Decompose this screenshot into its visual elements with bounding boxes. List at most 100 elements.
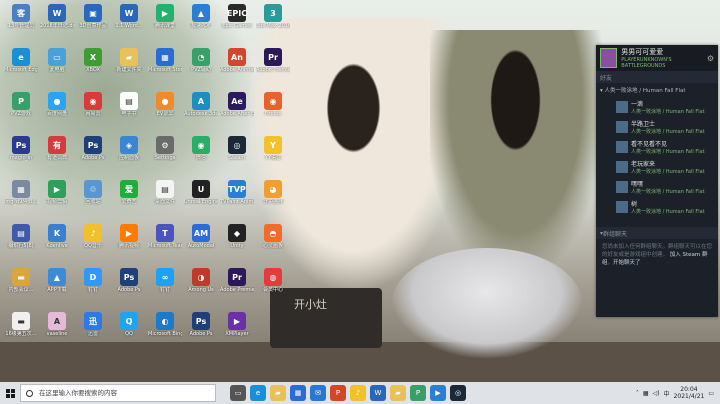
desktop-icon[interactable]: 3 3ds Max 2016 [256, 4, 290, 29]
desktop-icon[interactable]: Ps magic_in [4, 136, 38, 161]
gear-icon[interactable]: ⚙ [707, 54, 714, 63]
steam-friend-row[interactable]: 嘿嘿 人类一败涂地 / Human Fall Flat [596, 177, 718, 197]
desktop-icon[interactable]: ▦ Microsoft Store [148, 48, 182, 73]
desktop-icon[interactable]: Avaseline [40, 312, 74, 337]
desktop-icon[interactable]: PrAdobe Premiere Pro [256, 48, 290, 73]
desktop-icon[interactable]: W 1.1.Word... [112, 4, 146, 29]
desktop-icon[interactable]: TVPTVPaint Animation [220, 180, 254, 205]
desktop-icon[interactable]: ● 百度网盘 [40, 92, 74, 117]
desktop-icon[interactable]: Ps Adobe Ps [184, 312, 218, 337]
desktop-icon[interactable]: ◆ Unity [220, 224, 254, 249]
desktop-icon[interactable]: ● EV录屏 [148, 92, 182, 117]
desktop-icon[interactable]: X XBOX [76, 48, 110, 73]
taskbar-app-store[interactable]: ▦ [290, 385, 306, 401]
desktop-icon[interactable]: AM AutoModel [184, 224, 218, 249]
start-button[interactable] [0, 382, 20, 404]
desktop-icon[interactable]: ◎ Steam [220, 136, 254, 161]
tray-up-arrow-icon[interactable]: ˄ [636, 390, 639, 397]
taskbar-app-explorer[interactable]: ▰ [270, 385, 286, 401]
desktop-icon[interactable]: ▶ 视频剪辑 [40, 180, 74, 205]
desktop-icon[interactable]: ◕ 守护猫咪 [256, 180, 290, 205]
desktop-icon[interactable]: ◑ Among Us [184, 268, 218, 293]
desktop-icon[interactable]: ♲ 回收站 [76, 180, 110, 205]
desktop-icon[interactable]: Q QQ [112, 312, 146, 337]
taskbar-app-folder[interactable]: ▰ [390, 385, 406, 401]
taskbar-app-pvz[interactable]: P [410, 385, 426, 401]
volume-icon[interactable]: ◁) [653, 390, 660, 397]
desktop-icon[interactable]: ▬ 内部会议... [4, 268, 38, 293]
friend-avatar [616, 201, 628, 213]
desktop-icon[interactable]: 客 13号管理员 [4, 4, 38, 29]
notification-icon[interactable]: ▭ [708, 390, 714, 397]
input-language[interactable]: 中 [664, 389, 670, 398]
desktop-icon[interactable]: 爱爱奇艺 [112, 180, 146, 205]
desktop-icon[interactable]: Ps Adobe Ps [76, 136, 110, 161]
desktop-icon[interactable]: ◍ 会员中心 [256, 268, 290, 293]
desktop-icon[interactable]: ◉ 微信 [184, 136, 218, 161]
steam-friend-group[interactable]: ▾ 人类一败涂地 / Human Fall Flat [596, 83, 718, 97]
desktop-icon[interactable]: Y YY语音 [256, 136, 290, 161]
desktop-icon[interactable]: ◔ PVZ辅助 [184, 48, 218, 73]
desktop-icon[interactable]: W2018年日记.docx [40, 4, 74, 29]
app-icon: ▤ [120, 92, 138, 110]
steam-friends-window[interactable]: 男男可可爱爱 PLAYERUNKNOWN'S BATTLEGROUNDS ⚙ 好… [596, 45, 718, 317]
desktop-icon[interactable]: ◓ 心灵画板 [256, 224, 290, 249]
desktop-icon[interactable]: ◈ 控制面板 [112, 136, 146, 161]
steam-start-chat-link[interactable]: 开始聊天了 [613, 260, 641, 266]
desktop-icon[interactable]: ▤ 编织行5(8) [4, 224, 38, 249]
desktop-icon[interactable]: ∞ 钉钉 [148, 268, 182, 293]
desktop-icon[interactable]: 有有道词典 [40, 136, 74, 161]
steam-group-chat-section[interactable]: ▾ 群组聊天 [596, 227, 718, 239]
taskbar-app-qq-music[interactable]: ♪ [350, 385, 366, 401]
desktop-icon[interactable]: ▦img_d9f4f8...jpg [4, 180, 38, 205]
desktop-icon[interactable]: TMicrosoft Teams [148, 224, 182, 249]
desktop-icon[interactable]: ▲ APP下载 [40, 268, 74, 293]
desktop-icon[interactable]: U Unreal Engine [184, 180, 218, 205]
desktop-icon[interactable]: ⚙ Settings [148, 136, 182, 161]
steam-friend-row[interactable]: 看不见看不见 人类一败涂地 / Human Fall Flat [596, 137, 718, 157]
desktop-icon[interactable]: AeAdobe After Effects [220, 92, 254, 117]
desktop-icon[interactable]: ◐ Microsoft Bing [148, 312, 182, 337]
desktop-icon[interactable]: ▤ 桌面文件 [148, 180, 182, 205]
steam-friend-row[interactable]: 树人类一败涂地 / Human Fall Flat [596, 197, 718, 217]
desktop-icon[interactable]: ▤ 电子书 [112, 92, 146, 117]
desktop-icon[interactable]: ◉ 网易云 [76, 92, 110, 117]
desktop-icon[interactable]: ▲ 极速PDF [184, 4, 218, 29]
search-input[interactable] [37, 388, 201, 398]
steam-friends-section[interactable]: 好友 [596, 71, 718, 83]
steam-friend-row[interactable]: 半路卫士 人类一败涂地 / Human Fall Flat [596, 117, 718, 137]
taskbar-app-steam[interactable]: ◎ [450, 385, 466, 401]
desktop-icon[interactable]: ▶ XMPlayer [220, 312, 254, 337]
taskbar-search-box[interactable] [20, 384, 216, 402]
steam-friend-row[interactable]: 老玩家来 人类一败涂地 / Human Fall Flat [596, 157, 718, 177]
desktop-icon[interactable]: P PVZ游戏 [4, 92, 38, 117]
network-icon[interactable]: ▦ [643, 390, 649, 397]
desktop-icon[interactable]: ▶ 腾讯视频 [112, 224, 146, 249]
taskbar-app-ppt[interactable]: P [330, 385, 346, 401]
taskbar-app-tv[interactable]: ▶ [430, 385, 446, 401]
desktop-icon[interactable]: ▭ 此电脑 [40, 48, 74, 73]
desktop-icon[interactable]: ▰ 新建文件夹 [112, 48, 146, 73]
taskbar-app-edge[interactable]: e [250, 385, 266, 401]
desktop-icon[interactable]: ▬ 16级第五次... [4, 312, 38, 337]
desktop-icon[interactable]: ▣ 3D创意作品 [76, 4, 110, 29]
desktop-icon[interactable]: AnAdobe Animate [220, 48, 254, 73]
taskbar-app-task-view[interactable]: ▭ [230, 385, 246, 401]
taskbar-app-mail[interactable]: ✉ [310, 385, 326, 401]
desktop-icon[interactable]: ◉ Firefox [256, 92, 290, 117]
desktop-icon[interactable]: PrAdobe Premiere [220, 268, 254, 293]
desktop-icon[interactable]: ♪ QQ音乐 [76, 224, 110, 249]
desktop-icon[interactable]: EPIC Epic Games [220, 4, 254, 29]
desktop-icon[interactable]: K Kdenlive [40, 224, 74, 249]
steam-profile-header[interactable]: 男男可可爱爱 PLAYERUNKNOWN'S BATTLEGROUNDS ⚙ [596, 45, 718, 71]
desktop-icon[interactable]: 迅迅雷 [76, 312, 110, 337]
desktop-icon[interactable]: D 钉钉 [76, 268, 110, 293]
desktop-icon[interactable]: ▶ 腾讯课堂 [148, 4, 182, 29]
steam-friend-row[interactable]: 一滴 人类一败涂地 / Human Fall Flat [596, 97, 718, 117]
taskbar-clock[interactable]: 20:04 2021/4/21 [674, 386, 705, 400]
desktop-icon[interactable]: e Microsoft Edge [4, 48, 38, 73]
desktop-icon[interactable]: Ps Adobe Ps [112, 268, 146, 293]
desktop-icon[interactable]: AAutodesk 3ds Max [184, 92, 218, 117]
steam-avatar[interactable] [600, 48, 618, 68]
taskbar-app-word[interactable]: W [370, 385, 386, 401]
